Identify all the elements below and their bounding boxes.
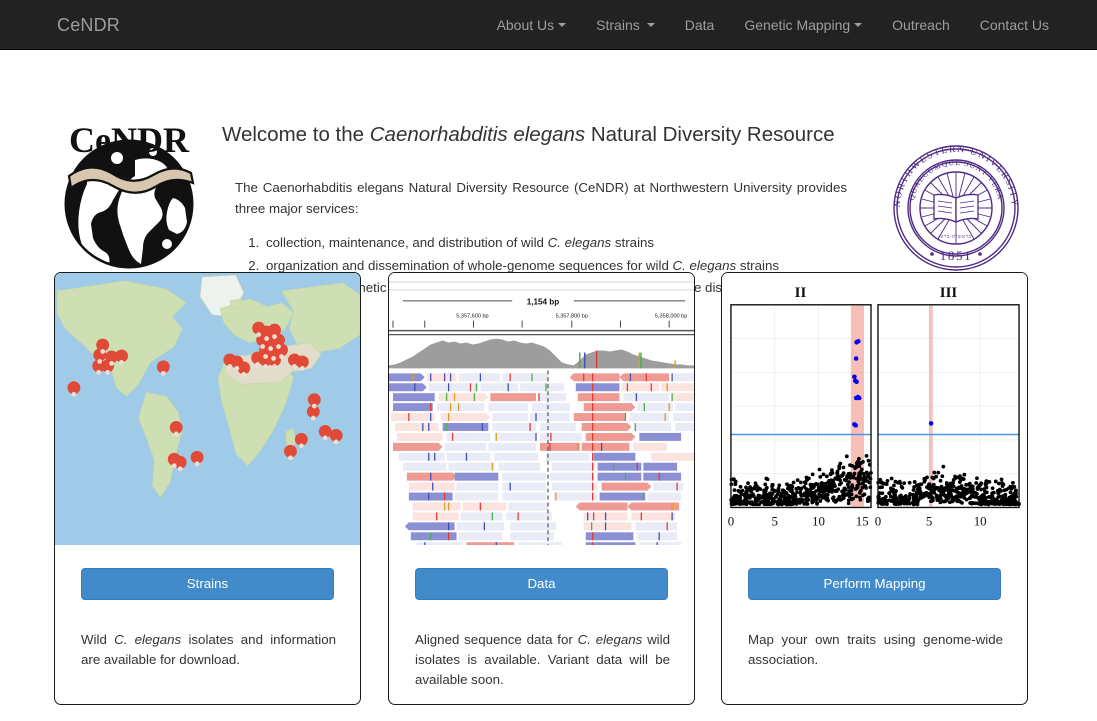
svg-text:5: 5 — [771, 513, 777, 528]
card-description-data: Aligned sequence data for C. elegans wil… — [415, 632, 670, 688]
navbar-brand[interactable]: CeNDR — [0, 16, 120, 34]
hero-paragraph: The Caenorhabditis elegans Natural Diver… — [235, 180, 847, 216]
list-item: collection, maintenance, and distributio… — [263, 232, 779, 255]
data-button[interactable]: Data — [415, 568, 668, 600]
nav-label: About Us — [496, 16, 555, 33]
manhattan-plot: II III 0 5 10 15 0 5 10 — [722, 273, 1027, 546]
genome-browser: 1,154 bp 5,357,600 bp 5,357,800 bp 5,358… — [389, 273, 694, 546]
hero-text-block: Welcome to the Caenorhabditis elegans Na… — [222, 122, 862, 295]
card-strains[interactable]: Strains Wild C. elegans isolates and inf… — [54, 272, 361, 705]
page-title: Welcome to the Caenorhabditis elegans Na… — [222, 123, 835, 146]
svg-text:CeNDR: CeNDR — [69, 120, 190, 160]
ruler-tick-2: 5,357,800 bp — [556, 314, 588, 320]
svg-text:10: 10 — [812, 513, 825, 528]
svg-text:0: 0 — [875, 513, 881, 528]
card-data[interactable]: 1,154 bp 5,357,600 bp 5,357,800 bp 5,358… — [388, 272, 695, 705]
northwestern-university-seal: NORTHWESTERN UNIVERSITY QUAECUMQUE SUNT … — [892, 144, 1019, 271]
span-label: 1,154 bp — [527, 297, 560, 306]
card-media-genome-browser[interactable]: 1,154 bp 5,357,600 bp 5,357,800 bp 5,358… — [389, 273, 694, 547]
perform-mapping-button[interactable]: Perform Mapping — [748, 568, 1001, 600]
nav-label: Strains — [596, 16, 640, 33]
panel-title-II: II — [795, 285, 807, 301]
nav-item-about-us[interactable]: About Us — [482, 0, 582, 50]
nav-item-genetic-mapping[interactable]: Genetic Mapping — [729, 0, 877, 50]
card-media-world-map[interactable] — [55, 273, 360, 547]
nav-item-outreach[interactable]: Outreach — [877, 0, 965, 50]
top-navbar: CeNDR About Us Strains Data Genetic Mapp… — [0, 0, 1097, 50]
strains-button[interactable]: Strains — [81, 568, 334, 600]
svg-text:5: 5 — [926, 513, 932, 528]
world-map — [55, 273, 360, 546]
nav-item-data[interactable]: Data — [670, 0, 730, 50]
nav-item-strains[interactable]: Strains — [581, 0, 670, 50]
nav-item-contact-us[interactable]: Contact Us — [965, 0, 1064, 50]
svg-text:·בראשית·ברא·: ·בראשית·ברא· — [938, 234, 974, 240]
hero-section: CeNDR NORTHWESTERN UNIVERSITY QUAECUMQUE… — [0, 50, 1097, 295]
chevron-down-icon — [854, 22, 863, 27]
nav-label: Genetic Mapping — [744, 16, 851, 33]
svg-text:10: 10 — [974, 513, 987, 528]
nav-label: Data — [684, 16, 715, 33]
navbar-links: About Us Strains Data Genetic Mapping Ou… — [482, 0, 1097, 50]
ruler-tick-3: 5,358,000 bp — [655, 314, 687, 320]
card-description-mapping: Map your own traits using genome-wide as… — [748, 632, 1003, 668]
ruler-tick-1: 5,357,600 bp — [456, 314, 488, 320]
card-mapping[interactable]: II III 0 5 10 15 0 5 10 Perform Mapping Map yo… — [721, 272, 1028, 705]
cendr-logo: CeNDR — [64, 120, 195, 269]
panel-title-III: III — [940, 285, 958, 301]
chevron-down-icon — [558, 22, 567, 27]
svg-text:0: 0 — [728, 513, 734, 528]
seal-year: 1851 — [940, 248, 972, 263]
nav-label: Outreach — [892, 16, 950, 33]
card-media-manhattan-plot[interactable]: II III 0 5 10 15 0 5 10 — [722, 273, 1027, 547]
chevron-down-icon — [646, 22, 655, 27]
card-description-strains: Wild C. elegans isolates and information… — [81, 632, 336, 668]
nav-label: Contact Us — [979, 16, 1049, 33]
svg-text:15: 15 — [856, 513, 869, 528]
